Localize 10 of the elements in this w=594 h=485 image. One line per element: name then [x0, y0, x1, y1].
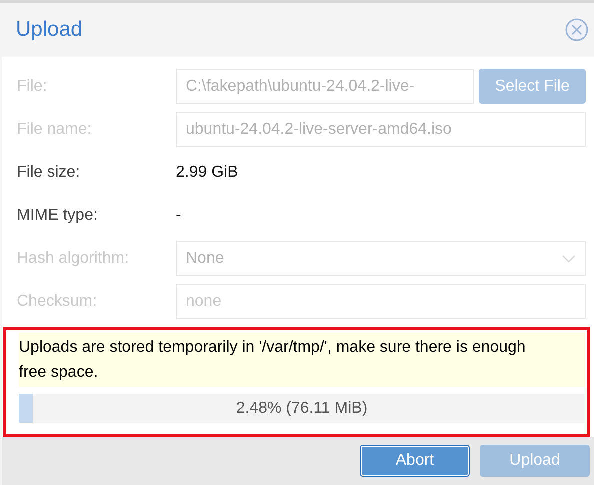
progress-reading: 2.48% (76.11 MiB)	[236, 400, 368, 418]
notice-text: Uploads are stored temporarily in '/var/tmp/', make sure there is enough free space.	[19, 333, 585, 387]
field-value: 2.99 GiB	[176, 164, 238, 182]
dialog-button[interactable]: Abort	[360, 445, 470, 477]
field-label: File size:	[17, 164, 82, 182]
close-icon[interactable]	[565, 18, 589, 42]
dialog-title: Upload	[16, 18, 83, 42]
chevron-down-icon	[562, 254, 576, 262]
field-label: MIME type:	[17, 206, 99, 224]
field-value: -	[176, 206, 182, 224]
